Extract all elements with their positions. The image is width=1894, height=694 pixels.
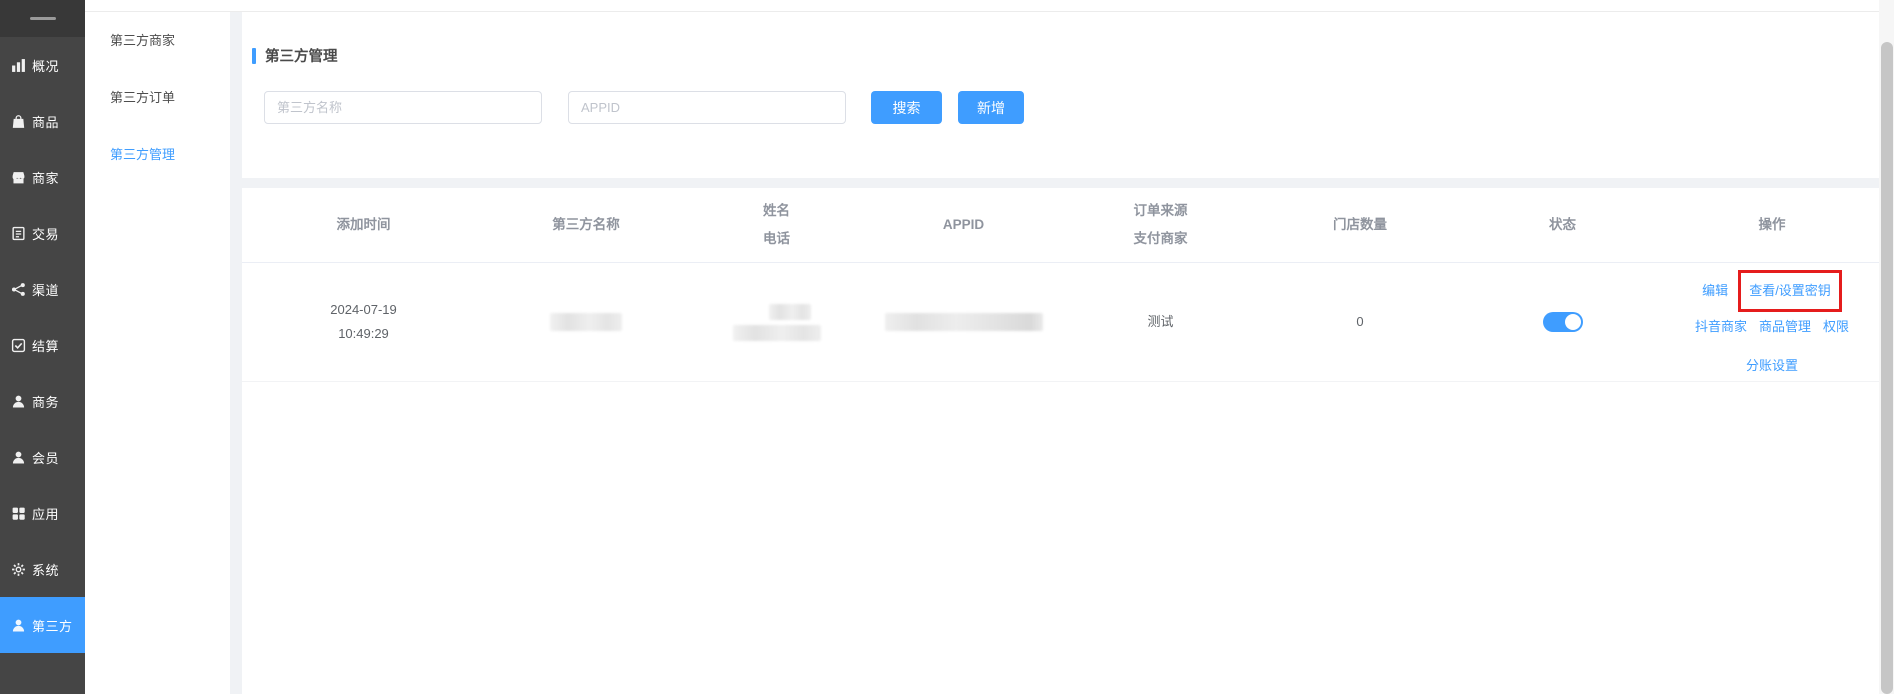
action-row-3: 分账设置	[1746, 354, 1798, 378]
sidebar-item-label: 系统	[32, 560, 59, 579]
action-row-1: 编辑 查看/设置密钥	[1702, 270, 1842, 312]
sidebar-item-label: 交易	[32, 224, 59, 243]
settlement-check-icon	[11, 338, 26, 353]
sidebar-item-label: 结算	[32, 336, 59, 355]
page-title: 第三方管理	[265, 45, 338, 66]
panel-title: 第三方管理	[252, 45, 338, 66]
submenu-item-third-party-merchants[interactable]: 第三方商家	[85, 12, 230, 69]
system-gear-icon	[11, 562, 26, 577]
order-source-value: 测试	[1147, 310, 1173, 334]
sidebar-item-trade[interactable]: 交易	[0, 205, 85, 261]
sidebar-item-label: 概况	[32, 56, 59, 75]
cell-order-source: 测试	[1061, 263, 1260, 381]
sidebar-item-label: 商家	[32, 168, 59, 187]
redacted-appid-blob	[885, 313, 1043, 331]
table-header-row: 添加时间 第三方名称 姓名电话 APPID 订单来源支付商家 门店数量 状态 操…	[242, 188, 1879, 263]
permission-link[interactable]: 权限	[1823, 315, 1849, 339]
top-strip	[85, 0, 1879, 12]
split-settings-link[interactable]: 分账设置	[1746, 354, 1798, 378]
third-party-name-input[interactable]	[264, 91, 542, 124]
sidebar-item-channel[interactable]: 渠道	[0, 261, 85, 317]
action-row-2: 抖音商家 商品管理 权限	[1689, 315, 1855, 339]
sidebar-item-overview[interactable]: 概况	[0, 37, 85, 93]
col-header-order-source: 订单来源支付商家	[1061, 188, 1260, 262]
main-sidebar: 概况 商品 商家 交易 渠道	[0, 0, 85, 694]
goods-bag-icon	[11, 114, 26, 129]
trade-list-icon	[11, 226, 26, 241]
cell-appid	[866, 263, 1061, 381]
redacted-name-blob	[550, 313, 622, 331]
col-header-third-party-name: 第三方名称	[485, 188, 687, 262]
business-user-icon	[11, 394, 26, 409]
sidebar-item-label: 渠道	[32, 280, 59, 299]
col-header-status: 状态	[1460, 188, 1665, 262]
collapse-dash-icon	[30, 17, 56, 20]
scrollbar-thumb[interactable]	[1881, 42, 1893, 694]
table-row: 2024-07-19 10:49:29 测试 0	[242, 263, 1879, 382]
view-set-key-link[interactable]: 查看/设置密钥	[1749, 279, 1831, 303]
toggle-knob-icon	[1565, 314, 1581, 330]
sidebar-logo-area[interactable]	[0, 0, 85, 37]
sidebar-item-goods[interactable]: 商品	[0, 93, 85, 149]
sidebar-item-apps[interactable]: 应用	[0, 485, 85, 541]
col-header-appid: APPID	[866, 188, 1061, 262]
col-header-name-phone: 姓名电话	[687, 188, 866, 262]
sidebar-item-settlement[interactable]: 结算	[0, 317, 85, 373]
cell-third-party-name	[485, 263, 687, 381]
cell-status	[1460, 263, 1665, 381]
cell-store-count: 0	[1260, 263, 1460, 381]
cell-name-phone	[687, 263, 866, 381]
search-button[interactable]: 搜索	[871, 91, 942, 124]
annotation-red-box: 查看/设置密钥	[1738, 270, 1842, 312]
status-toggle[interactable]	[1543, 312, 1583, 332]
sidebar-item-label: 商务	[32, 392, 59, 411]
col-header-added-time: 添加时间	[242, 188, 485, 262]
cell-actions: 编辑 查看/设置密钥 抖音商家 商品管理 权限 分账设置	[1665, 263, 1879, 381]
redacted-contact-blob	[769, 304, 811, 320]
submenu-item-third-party-orders[interactable]: 第三方订单	[85, 69, 230, 126]
redacted-phone-blob	[733, 325, 821, 341]
sidebar-item-label: 应用	[32, 504, 59, 523]
douyin-merchant-link[interactable]: 抖音商家	[1695, 315, 1747, 339]
sidebar-item-system[interactable]: 系统	[0, 541, 85, 597]
sidebar-item-merchant[interactable]: 商家	[0, 149, 85, 205]
edit-link[interactable]: 编辑	[1702, 279, 1728, 303]
sidebar-item-label: 会员	[32, 448, 59, 467]
submenu-item-third-party-manage[interactable]: 第三方管理	[85, 126, 230, 183]
store-count-value: 0	[1356, 310, 1363, 334]
vertical-scrollbar	[1879, 0, 1894, 694]
secondary-sidebar: 第三方商家 第三方订单 第三方管理	[85, 12, 230, 694]
appid-input[interactable]	[568, 91, 846, 124]
added-time: 10:49:29	[338, 322, 389, 346]
sidebar-item-label: 商品	[32, 112, 59, 131]
apps-grid-icon	[11, 506, 26, 521]
col-header-store-count: 门店数量	[1260, 188, 1460, 262]
sidebar-item-third-party[interactable]: 第三方	[0, 597, 85, 653]
sidebar-item-label: 第三方	[32, 616, 73, 635]
add-button[interactable]: 新增	[958, 91, 1024, 124]
app-root: 概况 商品 商家 交易 渠道	[0, 0, 1894, 694]
overview-chart-icon	[11, 58, 26, 73]
sidebar-item-business[interactable]: 商务	[0, 373, 85, 429]
member-user-icon	[11, 450, 26, 465]
sidebar-item-member[interactable]: 会员	[0, 429, 85, 485]
search-panel: 第三方管理 搜索 新增	[242, 12, 1879, 178]
channel-share-icon	[11, 282, 26, 297]
third-party-user-icon	[11, 618, 26, 633]
title-accent-bar	[252, 48, 256, 64]
col-header-actions: 操作	[1665, 188, 1879, 262]
merchant-shop-icon	[11, 170, 26, 185]
table-panel: 添加时间 第三方名称 姓名电话 APPID 订单来源支付商家 门店数量 状态 操…	[242, 188, 1879, 694]
added-date: 2024-07-19	[330, 298, 397, 322]
goods-manage-link[interactable]: 商品管理	[1759, 315, 1811, 339]
cell-added-time: 2024-07-19 10:49:29	[242, 263, 485, 381]
